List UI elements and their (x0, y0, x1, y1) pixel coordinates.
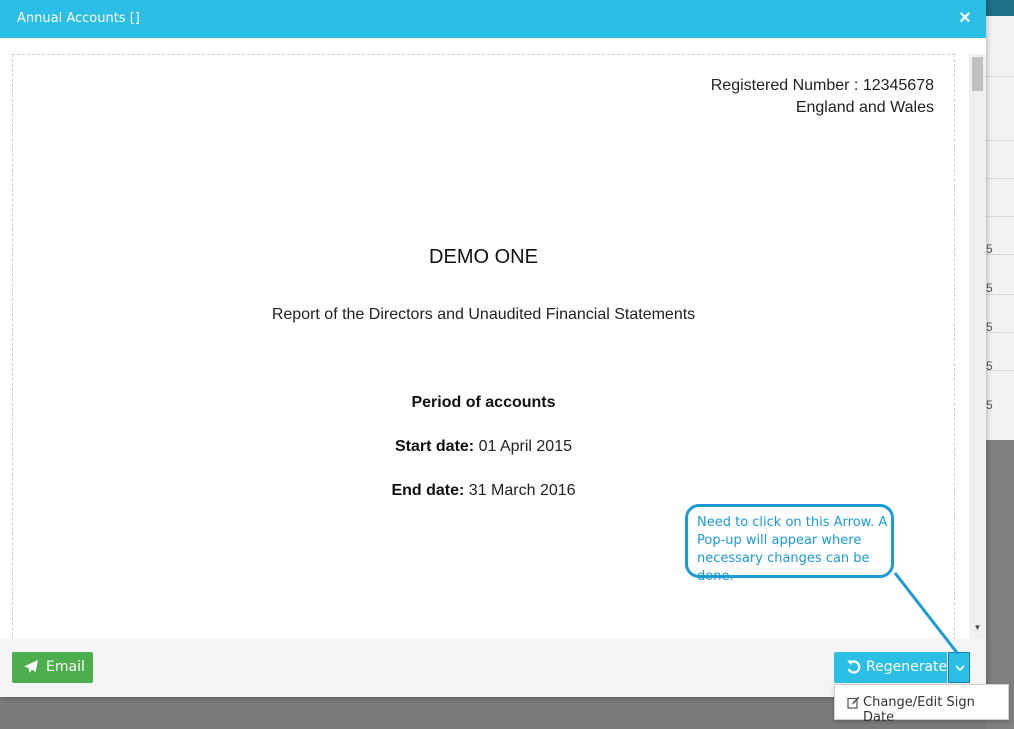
annotation-text: Need to click on this Arrow. A Pop-up wi… (697, 515, 888, 584)
background-cell: 5 (986, 359, 993, 373)
start-date-label: Start date: (395, 438, 475, 455)
background-page: 5 5 5 5 5 (986, 0, 1014, 729)
end-date-label: End date: (391, 482, 465, 499)
background-divider (986, 76, 1014, 77)
start-date-value: 01 April 2015 (478, 438, 572, 455)
modal-header: Annual Accounts [] × (0, 0, 986, 38)
end-date: End date: 31 March 2016 (13, 482, 954, 500)
background-cell: 5 (986, 281, 993, 295)
modal-title: Annual Accounts [] (17, 11, 140, 26)
background-panel: 5 5 5 5 5 (986, 16, 1014, 440)
vertical-scrollbar[interactable]: ▼ (969, 54, 986, 639)
regenerate-dropdown-toggle[interactable] (948, 652, 970, 683)
background-divider (986, 216, 1014, 217)
annotation-callout: Need to click on this Arrow. A Pop-up wi… (685, 504, 894, 584)
background-divider (986, 178, 1014, 179)
paper-plane-icon (24, 660, 38, 673)
jurisdiction: England and Wales (795, 99, 934, 116)
background-cell: 5 (986, 398, 993, 412)
scrollbar-thumb[interactable] (972, 57, 983, 91)
regenerate-button[interactable]: Regenerate (834, 652, 947, 683)
annual-accounts-modal: Annual Accounts [] × Registered Number :… (0, 0, 986, 697)
company-name: DEMO ONE (429, 246, 538, 268)
close-icon[interactable]: × (955, 7, 975, 29)
menu-item-change-sign-date[interactable]: Change/Edit Sign Date (835, 685, 1008, 725)
email-button[interactable]: Email (12, 652, 93, 683)
menu-item-label: Change/Edit Sign Date (863, 695, 975, 725)
scroll-down-arrow-icon[interactable]: ▼ (972, 622, 983, 634)
chevron-down-icon (955, 665, 965, 672)
email-button-label: Email (46, 659, 85, 675)
undo-icon (847, 660, 861, 674)
background-cell: 5 (986, 320, 993, 334)
start-date: Start date: 01 April 2015 (13, 438, 954, 456)
registered-number: Registered Number : 12345678 (710, 77, 934, 94)
period-heading: Period of accounts (411, 394, 556, 411)
report-title: Report of the Directors and Unaudited Fi… (271, 306, 696, 323)
background-topbar (986, 0, 1014, 16)
end-date-value: 31 March 2016 (468, 482, 576, 499)
edit-icon (847, 696, 860, 709)
background-cell: 5 (986, 242, 993, 256)
regenerate-button-label: Regenerate (866, 659, 948, 675)
regenerate-dropdown-menu: Change/Edit Sign Date (834, 684, 1009, 725)
background-divider (986, 140, 1014, 141)
